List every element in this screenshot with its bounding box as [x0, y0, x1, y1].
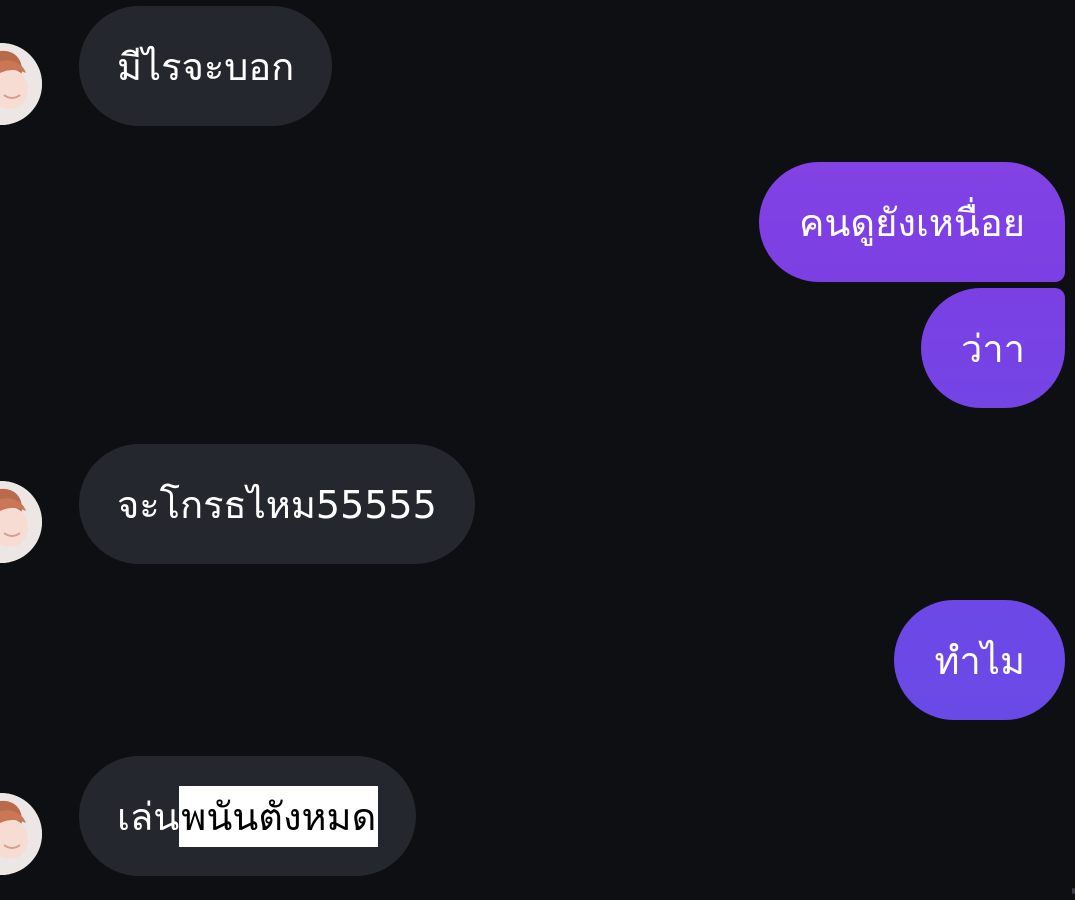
message-bubble-incoming[interactable]: มีไรจะบอก	[79, 6, 333, 126]
message-bubble-incoming[interactable]: เล่น พนันตังหมด	[79, 756, 417, 876]
message-text: มีไรจะบอก	[117, 44, 295, 89]
avatar-icon[interactable]	[0, 793, 42, 875]
message-bubble-outgoing[interactable]: ว่าา	[920, 288, 1065, 408]
avatar-icon[interactable]	[0, 43, 42, 125]
message-text: จะโกรธไหม55555	[117, 482, 437, 527]
message-bubble-outgoing[interactable]: ทำไม	[894, 600, 1065, 720]
message-bubble-outgoing[interactable]: คนดูยังเหนื่อย	[759, 162, 1065, 282]
message-text: เล่น	[117, 794, 180, 839]
highlighted-text: พนันตังหมด	[179, 785, 379, 847]
message-text: ว่าา	[960, 326, 1025, 371]
message-text: ทำไม	[934, 638, 1025, 683]
chat-thread: มีไรจะบอก คนดูยังเหนื่อย ว่าา จะโกรธไหม5…	[0, 0, 1075, 900]
message-bubble-incoming[interactable]: จะโกรธไหม55555	[79, 444, 475, 564]
message-text: คนดูยังเหนื่อย	[799, 200, 1025, 245]
avatar-icon[interactable]	[0, 481, 42, 563]
